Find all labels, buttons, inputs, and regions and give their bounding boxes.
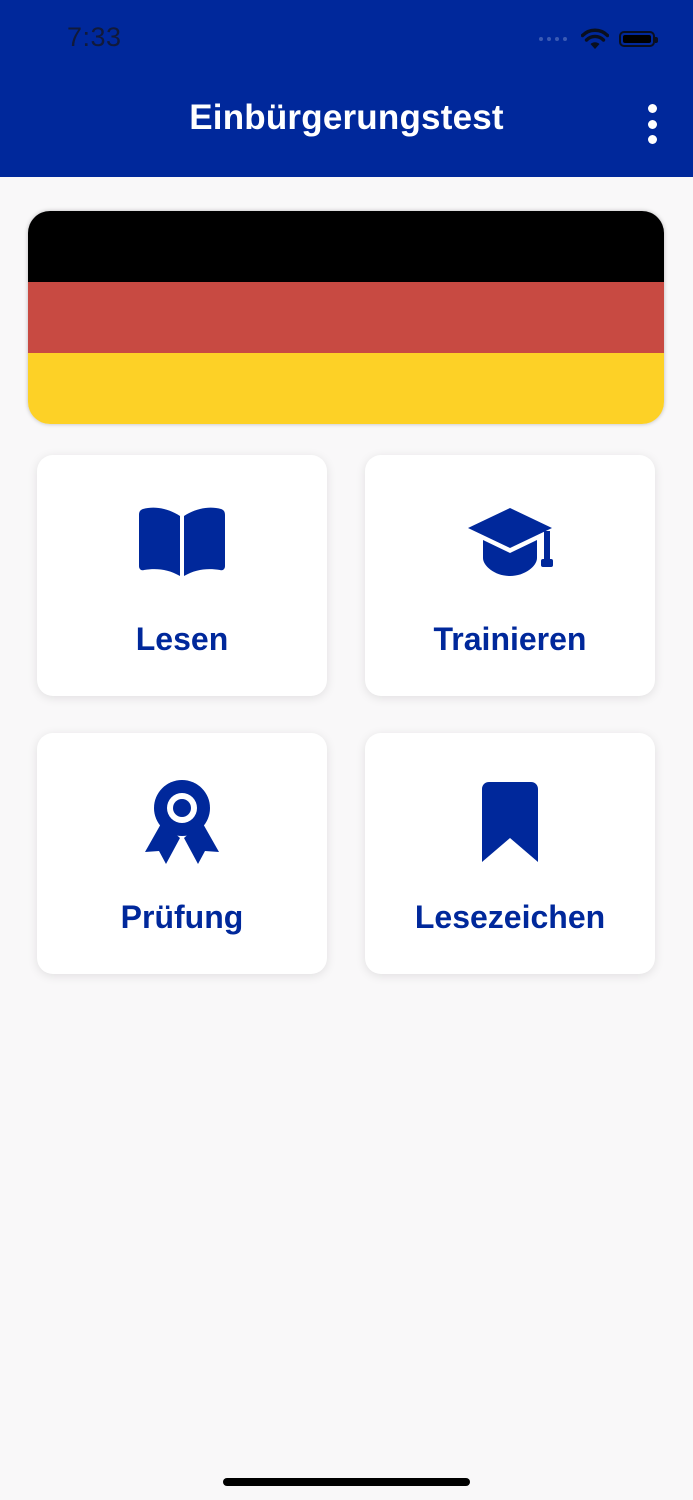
page-title: Einbürgerungstest (189, 98, 504, 137)
cellular-signal-icon (539, 37, 567, 41)
flag-stripe-black (28, 211, 664, 282)
more-vertical-icon (647, 104, 657, 113)
status-time: 7:33 (67, 22, 122, 52)
award-ribbon-icon (37, 780, 327, 864)
menu-card-label: Lesezeichen (414, 899, 606, 935)
bookmark-icon (365, 781, 655, 863)
graduation-cap-icon (365, 503, 655, 585)
home-indicator[interactable] (223, 1478, 470, 1486)
german-flag-banner (28, 211, 664, 424)
menu-card-label: Lesen (135, 621, 229, 657)
app-header: 7:33 Einbürgerungstest (0, 0, 693, 177)
menu-card-label: Trainieren (433, 621, 587, 657)
menu-card-pruefung[interactable]: Prüfung (37, 733, 327, 974)
open-book-icon (37, 503, 327, 585)
status-icons (539, 24, 658, 54)
menu-card-trainieren[interactable]: Trainieren (365, 455, 655, 696)
flag-stripe-gold (28, 353, 664, 424)
wifi-icon (581, 28, 609, 49)
flag-stripe-red (28, 282, 664, 353)
battery-icon (619, 31, 658, 47)
menu-card-lesezeichen[interactable]: Lesezeichen (365, 733, 655, 974)
more-options-button[interactable] (637, 102, 667, 146)
menu-card-label: Prüfung (120, 899, 244, 935)
menu-card-lesen[interactable]: Lesen (37, 455, 327, 696)
